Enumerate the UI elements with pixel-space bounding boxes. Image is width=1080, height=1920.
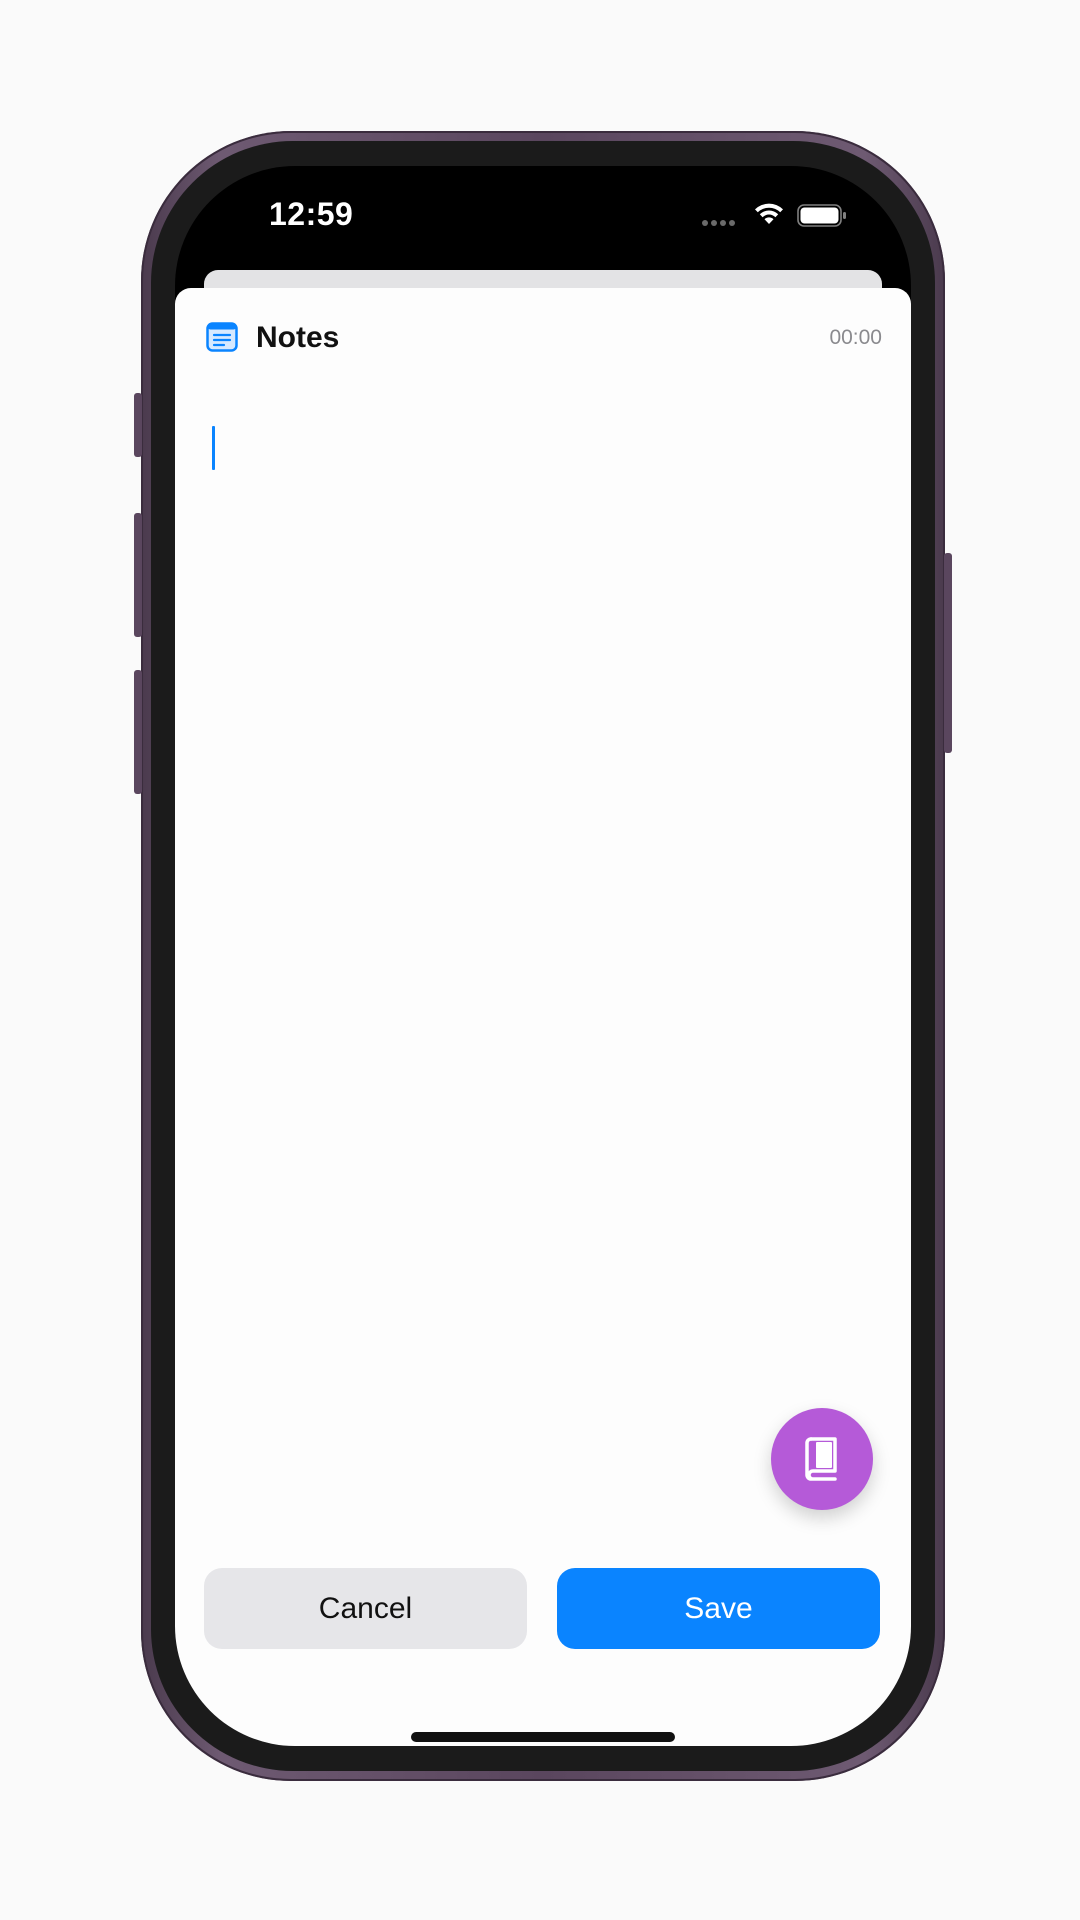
volume-down-button [134,670,142,794]
volume-up-button [134,513,142,637]
save-button[interactable]: Save [557,1568,880,1649]
page-title: Notes [256,321,340,354]
power-button [944,553,952,753]
status-time: 12:59 [269,196,354,232]
notes-list-icon [206,322,238,352]
note-text-area[interactable] [206,408,886,1312]
cancel-button[interactable]: Cancel [204,1568,527,1649]
book-button[interactable] [771,1408,873,1510]
silent-switch [134,393,142,457]
screen: 12:59 Notes 00:00 Cancel Save [175,166,911,1746]
book-icon [805,1437,837,1481]
wifi-icon [755,203,783,224]
notes-sheet: Notes 00:00 Cancel Save [175,288,911,1746]
cellular-signal-icon [702,220,735,226]
battery-icon [797,204,846,227]
stage: 12:59 Notes 00:00 Cancel Save [0,0,1080,1920]
home-indicator[interactable] [411,1732,675,1742]
sheet-header: Notes 00:00 [206,318,882,358]
text-cursor [212,426,215,470]
timer-label: 00:00 [829,326,882,349]
